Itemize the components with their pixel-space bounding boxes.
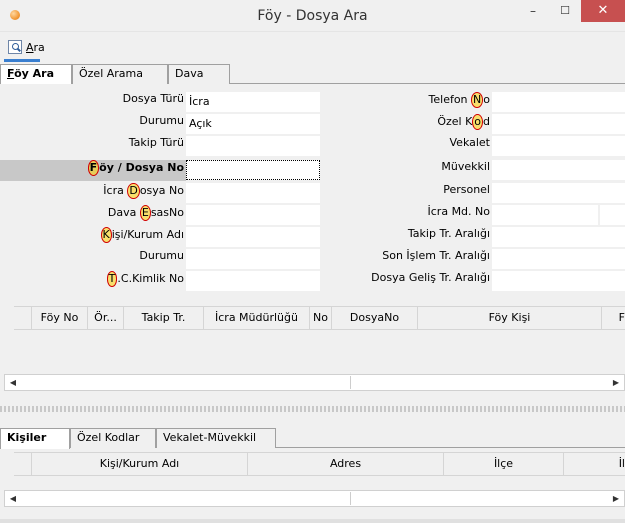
label-takip-turu: Takip Türü (128, 136, 184, 149)
search-form: Dosya Türü İcra Durumu Açık Takip Türü F… (0, 84, 625, 294)
field-icra-md-no-extra[interactable] (600, 205, 625, 225)
scroll-left-arrow-icon[interactable]: ◀ (5, 375, 21, 390)
tab-vekalet-muvekkil[interactable]: Vekalet-Müvekkil (156, 428, 276, 448)
search-tabs: Föy Ara Özel Arama Dava (0, 62, 625, 85)
tab-dava[interactable]: Dava (168, 64, 230, 84)
label-son-islem-tr-araligi: Son İşlem Tr. Aralığı (382, 249, 490, 262)
field-personel[interactable] (492, 183, 625, 203)
field-takip-turu[interactable] (186, 136, 320, 156)
column-no[interactable]: No (310, 307, 332, 329)
results-grid: Föy No Ör... Takip Tr. İcra Müdürlüğü No… (0, 294, 625, 394)
field-foy-dosya-no[interactable] (186, 160, 320, 180)
minimize-button[interactable]: – (520, 0, 546, 22)
label-icra-md-no: İcra Md. No (427, 205, 490, 218)
column-icra-mudurlugu[interactable]: İcra Müdürlüğü (204, 307, 310, 329)
field-telefon-no[interactable] (492, 92, 625, 112)
close-button[interactable]: ✕ (581, 0, 625, 22)
field-son-islem-tr-araligi[interactable] (492, 249, 625, 269)
label-telefon-no: Telefon No (428, 92, 490, 108)
column-ilce[interactable]: İlçe (444, 453, 564, 475)
persons-scroll-thumb[interactable] (21, 492, 351, 505)
field-tc-kimlik-no[interactable] (186, 271, 320, 291)
column-il[interactable]: İl (564, 453, 625, 475)
tab-ozel-arama[interactable]: Özel Arama (72, 64, 168, 84)
label-dosya-turu: Dosya Türü (122, 92, 184, 105)
column-kisi-kurum-adi[interactable]: Kişi/Kurum Adı (32, 453, 248, 475)
field-dosya-gelis-tr-araligi[interactable] (492, 271, 625, 291)
column-dosyano[interactable]: DosyaNo (332, 307, 418, 329)
maximize-button[interactable]: ☐ (552, 0, 578, 22)
tab-ozel-kodlar[interactable]: Özel Kodlar (70, 428, 156, 448)
window-bottom-border (0, 519, 625, 523)
field-muvekkil[interactable] (492, 160, 625, 180)
grid-indicator-column (14, 307, 32, 329)
scroll-right-arrow-icon[interactable]: ▶ (608, 375, 624, 390)
label-icra-dosya-no: İcra Dosya No (103, 183, 184, 199)
field-durumu-2[interactable] (186, 249, 320, 269)
label-dosya-gelis-tr-araligi: Dosya Geliş Tr. Aralığı (371, 271, 490, 284)
tab-kisiler[interactable]: Kişiler (0, 428, 70, 449)
column-foy-kisi[interactable]: Föy Kişi (418, 307, 602, 329)
results-grid-header: Föy No Ör... Takip Tr. İcra Müdürlüğü No… (14, 306, 625, 330)
label-dava-esasno: Dava EsasNo (107, 205, 184, 221)
label-ozel-kod: Özel Kod (437, 114, 490, 130)
column-takip-tr[interactable]: Takip Tr. (124, 307, 204, 329)
search-button-label: Ara (26, 40, 45, 54)
search-button[interactable]: Ara (4, 37, 49, 57)
persons-horizontal-scrollbar[interactable]: ◀ ▶ (4, 490, 625, 507)
label-vekalet: Vekalet (449, 136, 491, 149)
title-bar: Föy - Dosya Ara – ☐ ✕ (0, 0, 625, 32)
label-durumu: Durumu (139, 114, 184, 127)
field-dosya-turu[interactable]: İcra (186, 92, 320, 112)
search-icon (8, 40, 22, 54)
label-personel: Personel (443, 183, 490, 196)
scroll-left-arrow-icon[interactable]: ◀ (5, 491, 21, 506)
field-ozel-kod[interactable] (492, 114, 625, 134)
tab-foy-ara[interactable]: Föy Ara (0, 64, 72, 85)
field-vekalet[interactable] (492, 136, 625, 156)
field-takip-tr-araligi[interactable] (492, 227, 625, 247)
results-horizontal-scrollbar[interactable]: ◀ ▶ (4, 374, 625, 391)
field-icra-dosya-no[interactable] (186, 183, 320, 203)
field-icra-md-no[interactable] (492, 205, 598, 225)
label-muvekkil: Müvekkil (441, 160, 490, 173)
detail-tabs: Kişiler Özel Kodlar Vekalet-Müvekkil (0, 426, 625, 449)
field-dava-esasno[interactable] (186, 205, 320, 225)
field-durumu[interactable]: Açık (186, 114, 320, 134)
scroll-right-arrow-icon[interactable]: ▶ (608, 491, 624, 506)
persons-grid-header: Kişi/Kurum Adı Adres İlçe İl (14, 452, 625, 476)
label-foy-dosya-no: Föy / Dosya No (87, 160, 184, 176)
column-adres[interactable]: Adres (248, 453, 444, 475)
label-takip-tr-araligi: Takip Tr. Aralığı (407, 227, 490, 240)
column-foy-no[interactable]: Föy No (32, 307, 88, 329)
grid-indicator-column (14, 453, 32, 475)
field-kisi-kurum-adi[interactable] (186, 227, 320, 247)
toolbar: Ara (0, 32, 625, 62)
column-or[interactable]: Ör... (88, 307, 124, 329)
panel-splitter[interactable] (0, 406, 625, 412)
label-kisi-kurum-adi: Kişi/Kurum Adı (100, 227, 184, 243)
label-durumu-2: Durumu (139, 249, 184, 262)
label-tc-kimlik-no: T .C.Kimlik No (106, 271, 184, 287)
column-f[interactable]: F (602, 307, 625, 329)
results-scroll-thumb[interactable] (21, 376, 351, 389)
